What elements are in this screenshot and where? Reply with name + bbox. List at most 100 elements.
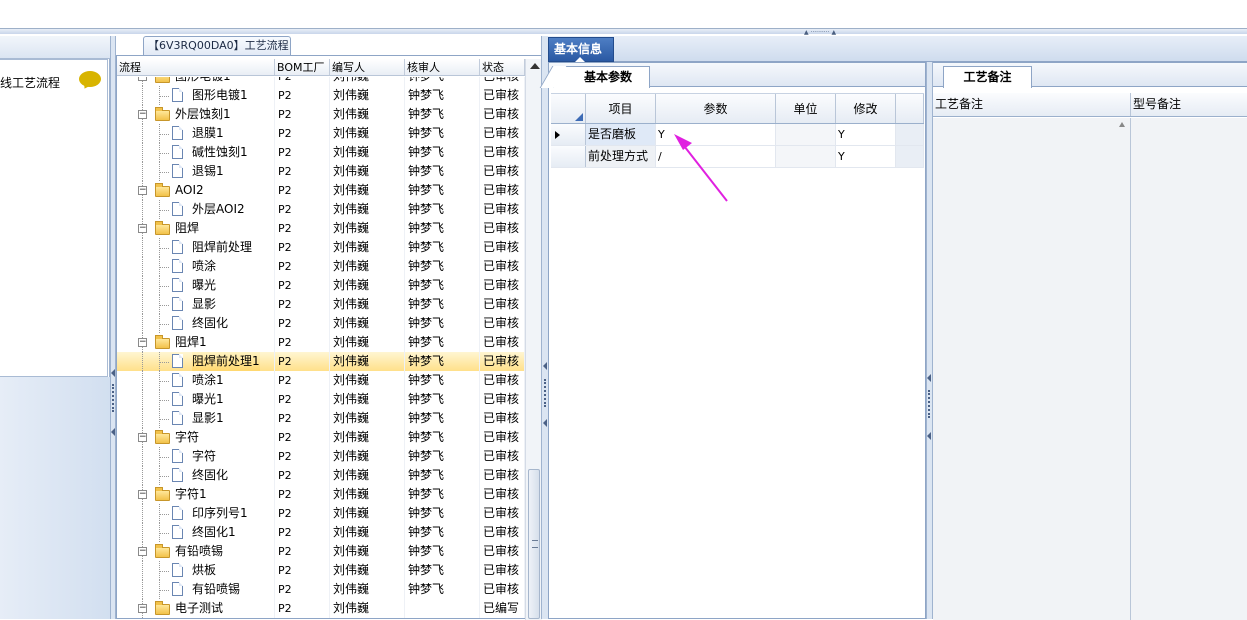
collapse-node-icon[interactable]: − bbox=[138, 547, 147, 556]
tree-row[interactable]: 终固化 P2 刘伟巍 钟梦飞 已审核 bbox=[117, 314, 525, 333]
param-value-cell[interactable]: / bbox=[656, 146, 776, 167]
tree-row[interactable]: 终固化 P2 刘伟巍 钟梦飞 已审核 bbox=[117, 466, 525, 485]
tree-node-label[interactable]: 电子测试 bbox=[175, 599, 223, 618]
tree-row[interactable]: 喷涂 P2 刘伟巍 钟梦飞 已审核 bbox=[117, 257, 525, 276]
collapse-node-icon[interactable]: − bbox=[138, 490, 147, 499]
tree-node-cell[interactable]: 喷涂1 bbox=[117, 371, 275, 390]
params-row[interactable]: 前处理方式 / Y bbox=[551, 146, 924, 168]
collapse-node-icon[interactable]: − bbox=[138, 224, 147, 233]
tree-node-cell[interactable]: − 有铅喷锡 bbox=[117, 542, 275, 561]
tree-row[interactable]: − 外层蚀刻1 P2 刘伟巍 钟梦飞 已审核 bbox=[117, 105, 525, 124]
collapse-middle-arrow-icon-2[interactable] bbox=[543, 419, 547, 427]
tree-node-label[interactable]: 字符 bbox=[175, 428, 199, 447]
collapse-node-icon[interactable]: − bbox=[138, 77, 147, 81]
tree-node-cell[interactable]: − 阻焊 bbox=[117, 219, 275, 238]
tree-col-bom-plant[interactable]: BOM工厂 bbox=[275, 59, 330, 75]
tree-node-label[interactable]: 图形电镀1 bbox=[175, 77, 231, 86]
tree-node-label[interactable]: 烘板 bbox=[192, 561, 216, 580]
chat-bubble-icon[interactable] bbox=[79, 71, 101, 87]
tree-node-cell[interactable]: 退膜1 bbox=[117, 124, 275, 143]
tree-node-cell[interactable]: 显影 bbox=[117, 295, 275, 314]
params-col-value[interactable]: 参数 bbox=[656, 94, 776, 123]
tree-node-label[interactable]: 碱性蚀刻1 bbox=[192, 143, 248, 162]
collapse-node-icon[interactable]: − bbox=[138, 433, 147, 442]
tree-node-label[interactable]: 终固化 bbox=[192, 466, 228, 485]
tree-node-label[interactable]: 字符1 bbox=[175, 485, 207, 504]
right-splitter[interactable] bbox=[926, 62, 933, 619]
tree-row[interactable]: − AOI2 P2 刘伟巍 钟梦飞 已审核 bbox=[117, 181, 525, 200]
param-item-cell[interactable]: 是否磨板 bbox=[586, 124, 656, 145]
tree-node-label[interactable]: 有铅喷锡 bbox=[192, 580, 240, 599]
tree-row[interactable]: 曝光 P2 刘伟巍 钟梦飞 已审核 bbox=[117, 276, 525, 295]
tree-node-label[interactable]: 外层AOI2 bbox=[192, 200, 245, 219]
tree-node-cell[interactable]: 显影1 bbox=[117, 409, 275, 428]
tree-row[interactable]: 图形电镀1 P2 刘伟巍 钟梦飞 已审核 bbox=[117, 86, 525, 105]
tree-node-label[interactable]: 外层蚀刻1 bbox=[175, 105, 231, 124]
tree-col-flow[interactable]: 流程 bbox=[117, 59, 275, 75]
tree-node-cell[interactable]: 有铅喷锡 bbox=[117, 580, 275, 599]
collapse-left-arrow-icon[interactable] bbox=[111, 369, 115, 377]
grid-corner-icon[interactable] bbox=[551, 94, 586, 123]
tree-col-status[interactable]: 状态 bbox=[480, 59, 525, 75]
params-col-modified[interactable]: 修改 bbox=[836, 94, 896, 123]
collapse-right-arrow-icon-2[interactable] bbox=[927, 432, 931, 440]
scroll-thumb[interactable] bbox=[528, 469, 540, 619]
tree-node-label[interactable]: 退膜1 bbox=[192, 124, 224, 143]
tree-node-cell[interactable]: − 字符1 bbox=[117, 485, 275, 504]
tree-vertical-scrollbar[interactable] bbox=[525, 59, 542, 620]
tree-node-label[interactable]: 曝光 bbox=[192, 276, 216, 295]
tree-row[interactable]: 曝光1 P2 刘伟巍 钟梦飞 已审核 bbox=[117, 390, 525, 409]
tree-node-label[interactable]: 喷涂1 bbox=[192, 371, 224, 390]
row-indicator-cell[interactable] bbox=[551, 146, 586, 167]
tree-node-cell[interactable]: − 电子测试 bbox=[117, 599, 275, 618]
tree-node-label[interactable]: 终固化 bbox=[192, 314, 228, 333]
tree-node-cell[interactable]: 印序列号1 bbox=[117, 504, 275, 523]
basic-params-tab[interactable]: 基本参数 bbox=[539, 66, 650, 88]
tree-node-label[interactable]: 显影1 bbox=[192, 409, 224, 428]
tree-row[interactable]: − 有铅喷锡 P2 刘伟巍 钟梦飞 已审核 bbox=[117, 542, 525, 561]
process-notes-tab[interactable]: 工艺备注 bbox=[943, 66, 1032, 88]
tree-node-label[interactable]: 阻焊前处理1 bbox=[192, 352, 260, 371]
param-modified-cell[interactable]: Y bbox=[836, 124, 896, 145]
notes-col-model[interactable]: 型号备注 bbox=[1131, 93, 1247, 116]
tree-node-label[interactable]: 曝光1 bbox=[192, 390, 224, 409]
process-notes-textarea[interactable] bbox=[933, 118, 1131, 620]
notes-scroll-up-icon[interactable] bbox=[1119, 122, 1125, 127]
tree-row[interactable]: 显影1 P2 刘伟巍 钟梦飞 已审核 bbox=[117, 409, 525, 428]
basic-info-tab[interactable]: 基本信息 bbox=[548, 37, 614, 62]
tree-node-cell[interactable]: 终固化 bbox=[117, 314, 275, 333]
tree-row[interactable]: 字符 P2 刘伟巍 钟梦飞 已审核 bbox=[117, 447, 525, 466]
tree-node-label[interactable]: 终固化1 bbox=[192, 523, 236, 542]
left-splitter-grip-icon[interactable] bbox=[112, 384, 114, 412]
tree-node-label[interactable]: 喷涂 bbox=[192, 257, 216, 276]
tree-node-cell[interactable]: − AOI2 bbox=[117, 181, 275, 200]
tree-row[interactable]: 印序列号1 P2 刘伟巍 钟梦飞 已审核 bbox=[117, 504, 525, 523]
middle-splitter[interactable] bbox=[541, 36, 548, 619]
right-splitter-grip-icon[interactable] bbox=[928, 390, 930, 418]
collapse-middle-arrow-icon[interactable] bbox=[543, 362, 547, 370]
tree-node-label[interactable]: 阻焊1 bbox=[175, 333, 207, 352]
tree-row[interactable]: 退膜1 P2 刘伟巍 钟梦飞 已审核 bbox=[117, 124, 525, 143]
tree-node-cell[interactable]: 退锡1 bbox=[117, 162, 275, 181]
row-indicator-cell[interactable] bbox=[551, 124, 586, 145]
tree-node-label[interactable]: 显影 bbox=[192, 295, 216, 314]
param-unit-cell[interactable] bbox=[776, 146, 836, 167]
top-splitter-grip-icon[interactable]: ▲ ·········· ▲ bbox=[788, 30, 852, 36]
tree-node-label[interactable]: 有铅喷锡 bbox=[175, 542, 223, 561]
collapse-left-arrow-icon-2[interactable] bbox=[111, 428, 115, 436]
tree-col-reviewer[interactable]: 核审人 bbox=[405, 59, 480, 75]
tree-row[interactable]: 显影 P2 刘伟巍 钟梦飞 已审核 bbox=[117, 295, 525, 314]
tree-node-cell[interactable]: − 阻焊1 bbox=[117, 333, 275, 352]
collapse-node-icon[interactable]: − bbox=[138, 110, 147, 119]
tree-node-label[interactable]: 图形电镀1 bbox=[192, 86, 248, 105]
tree-row[interactable]: 碱性蚀刻1 P2 刘伟巍 钟梦飞 已审核 bbox=[117, 143, 525, 162]
tree-node-cell[interactable]: 图形电镀1 bbox=[117, 86, 275, 105]
tree-node-label[interactable]: 阻焊 bbox=[175, 219, 199, 238]
param-unit-cell[interactable] bbox=[776, 124, 836, 145]
tree-node-cell[interactable]: − 图形电镀1 bbox=[117, 77, 275, 86]
tree-node-cell[interactable]: 阻焊前处理1 bbox=[117, 352, 275, 371]
collapse-node-icon[interactable]: − bbox=[138, 338, 147, 347]
tree-row[interactable]: 终固化1 P2 刘伟巍 钟梦飞 已审核 bbox=[117, 523, 525, 542]
scroll-up-icon[interactable] bbox=[530, 63, 540, 69]
tree-node-cell[interactable]: 碱性蚀刻1 bbox=[117, 143, 275, 162]
